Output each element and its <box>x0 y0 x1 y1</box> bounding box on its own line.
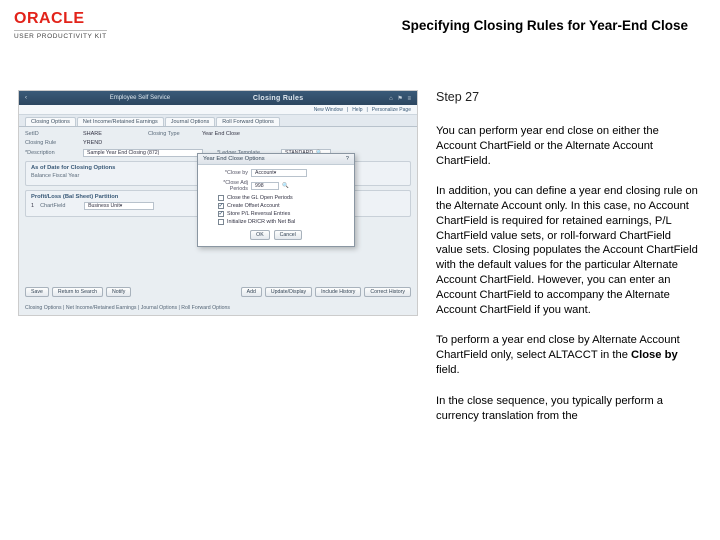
app-title: Closing Rules <box>253 95 304 102</box>
paragraph-3: To perform a year end close by Alternate… <box>436 333 700 377</box>
chk-create-offset: Create Offset Account <box>218 203 348 209</box>
tab-journal-options: Journal Options <box>165 117 216 126</box>
flag-icon: ⚑ <box>397 96 402 102</box>
input-close-adj: 998 <box>251 182 279 190</box>
select-close-by: Account ▾ <box>251 169 307 177</box>
btn-correct-history: Correct History <box>364 287 411 297</box>
step-label: Step 27 <box>436 90 700 104</box>
lbl-close-adj: *Close Adj Periods <box>204 180 248 192</box>
paragraph-1: You can perform year end close on either… <box>436 124 700 168</box>
bottom-tab-links: Closing Options | Net Income/Retained Ea… <box>25 305 411 311</box>
btn-include-history: Include History <box>315 287 361 297</box>
lbl-setid: SetID <box>25 131 77 137</box>
btn-update: Update/Display <box>265 287 312 297</box>
dialog-year-end-close-options: Year End Close Options ? *Close by Accou… <box>197 153 355 247</box>
btn-dialog-ok: OK <box>250 230 270 240</box>
oracle-logo: ORACLE <box>14 10 85 28</box>
embedded-screenshot: ‹ Employee Self Service Closing Rules ⌂ … <box>18 90 418 316</box>
btn-dialog-cancel: Cancel <box>274 230 302 240</box>
brand-block: ORACLE USER PRODUCTIVITY KIT <box>14 10 107 40</box>
app-topbar: ‹ Employee Self Service Closing Rules ⌂ … <box>19 91 417 105</box>
page-title: Specifying Closing Rules for Year-End Cl… <box>402 18 688 33</box>
chk-store-pl: Store P/L Reversal Entries <box>218 211 348 217</box>
chk-init-drcr: Initialize DR/CR with Net Bal <box>218 219 348 225</box>
lbl-closing-rule: Closing Rule <box>25 140 77 146</box>
val-closing-type: Year End Close <box>202 131 240 137</box>
btn-add: Add <box>241 287 262 297</box>
instruction-column: Step 27 You can perform year end close o… <box>436 90 706 439</box>
input-description: Sample Year End Closing (872) <box>83 149 203 157</box>
dialog-title: Year End Close Options <box>203 156 265 162</box>
row-num: 1 <box>31 203 34 209</box>
lbl-bal-fy: Balance Fiscal Year <box>31 173 101 179</box>
link-personalize: Personalize Page <box>372 107 411 113</box>
lbl-close-by: *Close by <box>204 170 248 176</box>
paragraph-2: In addition, you can define a year end c… <box>436 184 700 317</box>
lookup-icon: 🔍 <box>282 183 289 189</box>
link-new-window: New Window <box>314 107 343 113</box>
bottom-button-bar: Save Return to Search Notify Add Update/… <box>25 287 411 297</box>
lbl-description: *Description <box>25 150 77 156</box>
lbl-closing-type: Closing Type <box>148 131 196 137</box>
menu-icon: ≡ <box>407 96 411 102</box>
topbar-icons: ⌂ ⚑ ≡ <box>386 95 411 102</box>
home-icon: ⌂ <box>389 96 393 102</box>
btn-save: Save <box>25 287 49 297</box>
chk-close-gl-open: Close the GL Open Periods <box>218 195 348 201</box>
app-section: Employee Self Service <box>110 95 170 101</box>
tab-roll-forward: Roll Forward Options <box>216 117 280 126</box>
help-icon: ? <box>346 156 349 162</box>
select-chartfield: Business Unit ▾ <box>84 202 154 210</box>
paragraph-4: In the close sequence, you typically per… <box>436 394 700 424</box>
app-subbar: New Window | Help | Personalize Page <box>19 105 417 115</box>
btn-return: Return to Search <box>52 287 103 297</box>
back-icon: ‹ <box>25 95 27 101</box>
val-setid: SHARE <box>83 131 102 137</box>
tab-closing-options: Closing Options <box>25 117 76 126</box>
btn-notify: Notify <box>106 287 131 297</box>
val-closing-rule: YREND <box>83 140 102 146</box>
lbl-chartfield: ChartField <box>40 203 78 209</box>
app-tabs: Closing Options Net Income/Retained Earn… <box>19 115 417 127</box>
product-line: USER PRODUCTIVITY KIT <box>14 30 107 40</box>
tab-net-income: Net Income/Retained Earnings <box>77 117 164 126</box>
link-help: Help <box>352 107 362 113</box>
